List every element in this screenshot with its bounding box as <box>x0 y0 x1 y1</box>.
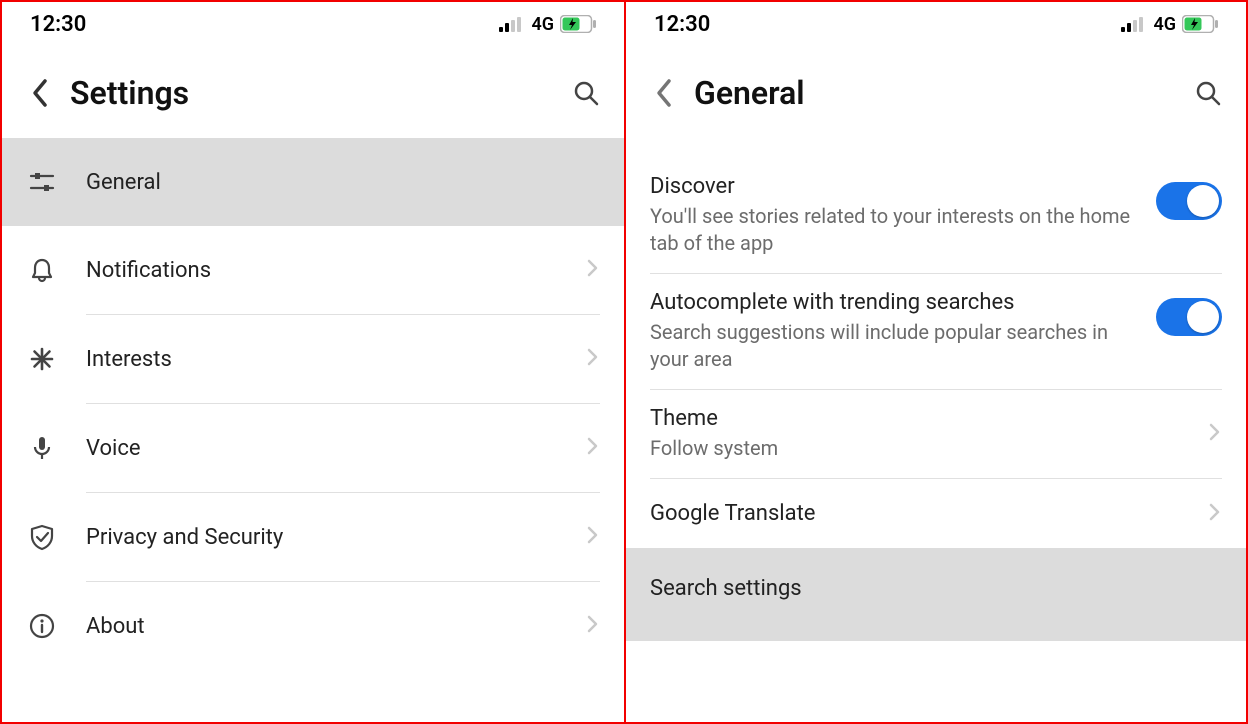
row-search-settings[interactable]: Search settings <box>626 548 1246 641</box>
battery-charging-icon <box>560 15 596 33</box>
cellular-signal-icon <box>1121 17 1145 32</box>
settings-screen: 12:30 4G <box>2 2 624 722</box>
menu-item-label: General <box>86 170 600 195</box>
search-button[interactable] <box>568 75 604 111</box>
chevron-left-icon <box>654 78 674 108</box>
network-label: 4G <box>531 14 554 35</box>
row-title: Discover <box>650 174 1140 199</box>
row-google-translate[interactable]: Google Translate <box>626 479 1246 548</box>
status-right: 4G <box>1121 14 1218 35</box>
general-screen: 12:30 4G <box>624 2 1246 722</box>
status-time: 12:30 <box>30 12 86 37</box>
chevron-right-icon <box>586 614 600 638</box>
info-icon <box>26 610 58 642</box>
search-icon <box>1194 79 1222 107</box>
menu-item-label: About <box>86 614 586 639</box>
menu-item-label: Privacy and Security <box>86 525 586 550</box>
search-icon <box>572 79 600 107</box>
row-title: Google Translate <box>650 501 1192 526</box>
row-subtitle: Search suggestions will include popular … <box>650 319 1140 373</box>
menu-item-about[interactable]: About <box>2 582 624 670</box>
menu-item-interests[interactable]: Interests <box>2 315 624 403</box>
settings-menu: General Notifications <box>2 138 624 670</box>
status-time: 12:30 <box>654 12 710 37</box>
chevron-right-icon <box>586 347 600 371</box>
row-subtitle: You'll see stories related to your inter… <box>650 203 1140 257</box>
status-bar: 12:30 4G <box>2 2 624 46</box>
asterisk-icon <box>26 343 58 375</box>
menu-item-privacy[interactable]: Privacy and Security <box>2 493 624 581</box>
microphone-icon <box>26 432 58 464</box>
shield-check-icon <box>26 521 58 553</box>
status-bar: 12:30 4G <box>626 2 1246 46</box>
status-right: 4G <box>499 14 596 35</box>
chevron-right-icon <box>1208 502 1222 526</box>
back-button[interactable] <box>646 75 682 111</box>
chevron-right-icon <box>586 258 600 282</box>
settings-header: Settings <box>2 46 624 138</box>
page-title: General <box>694 74 1190 112</box>
network-label: 4G <box>1153 14 1176 35</box>
general-list: Discover You'll see stories related to y… <box>626 138 1246 641</box>
menu-item-voice[interactable]: Voice <box>2 404 624 492</box>
cellular-signal-icon <box>499 17 523 32</box>
autocomplete-toggle[interactable] <box>1156 298 1222 336</box>
chevron-right-icon <box>586 525 600 549</box>
row-discover[interactable]: Discover You'll see stories related to y… <box>626 158 1246 273</box>
general-header: General <box>626 46 1246 138</box>
chevron-right-icon <box>586 436 600 460</box>
row-theme[interactable]: Theme Follow system <box>626 390 1246 478</box>
sliders-icon <box>26 166 58 198</box>
chevron-right-icon <box>1208 422 1222 446</box>
row-title: Theme <box>650 406 1192 431</box>
menu-item-general[interactable]: General <box>2 138 624 226</box>
row-title: Autocomplete with trending searches <box>650 290 1140 315</box>
menu-item-label: Voice <box>86 436 586 461</box>
row-autocomplete[interactable]: Autocomplete with trending searches Sear… <box>626 274 1246 389</box>
discover-toggle[interactable] <box>1156 182 1222 220</box>
chevron-left-icon <box>30 78 50 108</box>
row-subtitle: Follow system <box>650 435 1192 462</box>
battery-charging-icon <box>1182 15 1218 33</box>
menu-item-label: Notifications <box>86 258 586 283</box>
back-button[interactable] <box>22 75 58 111</box>
bell-icon <box>26 254 58 286</box>
search-button[interactable] <box>1190 75 1226 111</box>
row-title: Search settings <box>650 576 1206 601</box>
page-title: Settings <box>70 74 568 112</box>
menu-item-label: Interests <box>86 347 586 372</box>
menu-item-notifications[interactable]: Notifications <box>2 226 624 314</box>
